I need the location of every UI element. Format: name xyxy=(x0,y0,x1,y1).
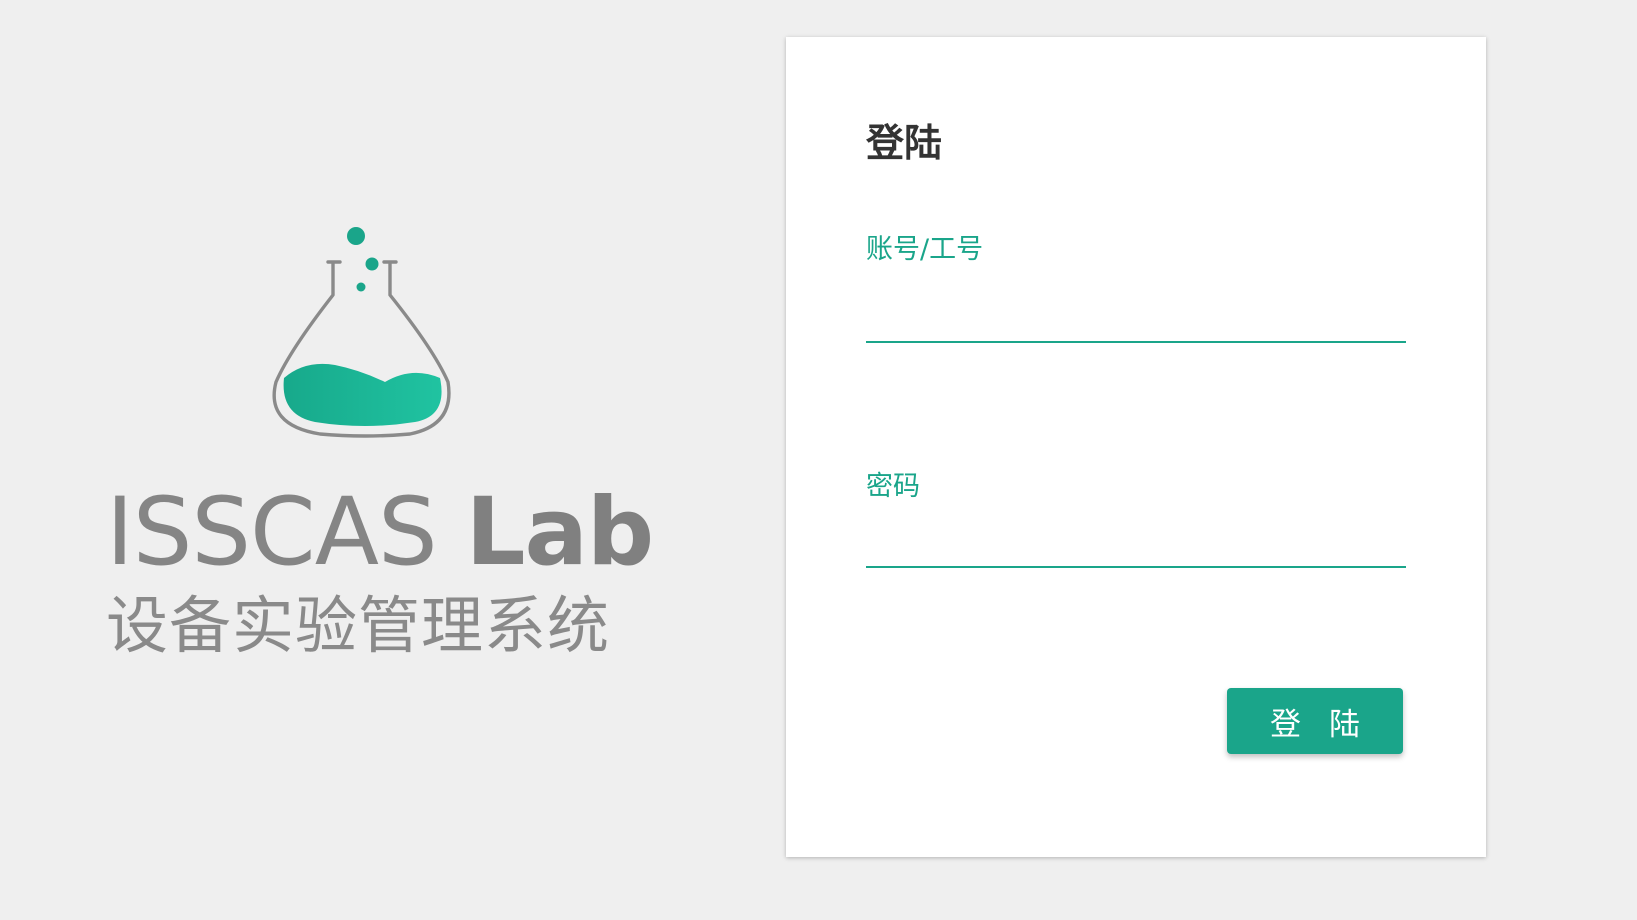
account-input[interactable] xyxy=(866,297,1406,343)
password-label: 密码 xyxy=(866,471,920,502)
account-field: 账号/工号 xyxy=(866,233,1406,343)
login-card: 登陆 账号/工号 密码 登陆 xyxy=(786,37,1486,857)
brand-title-thin: ISSCAS xyxy=(106,478,438,587)
password-input[interactable] xyxy=(866,522,1406,568)
brand-subtitle: 设备实验管理系统 xyxy=(106,589,611,662)
flask-icon xyxy=(272,227,451,438)
brand-title: ISSCAS Lab xyxy=(106,478,654,588)
password-field: 密码 xyxy=(866,470,1406,568)
brand-panel: ISSCAS Lab 设备实验管理系统 xyxy=(0,0,790,920)
account-label: 账号/工号 xyxy=(866,234,984,265)
brand-title-bold: Lab xyxy=(465,478,655,587)
login-button[interactable]: 登陆 xyxy=(1227,688,1403,754)
login-title: 登陆 xyxy=(866,121,943,165)
